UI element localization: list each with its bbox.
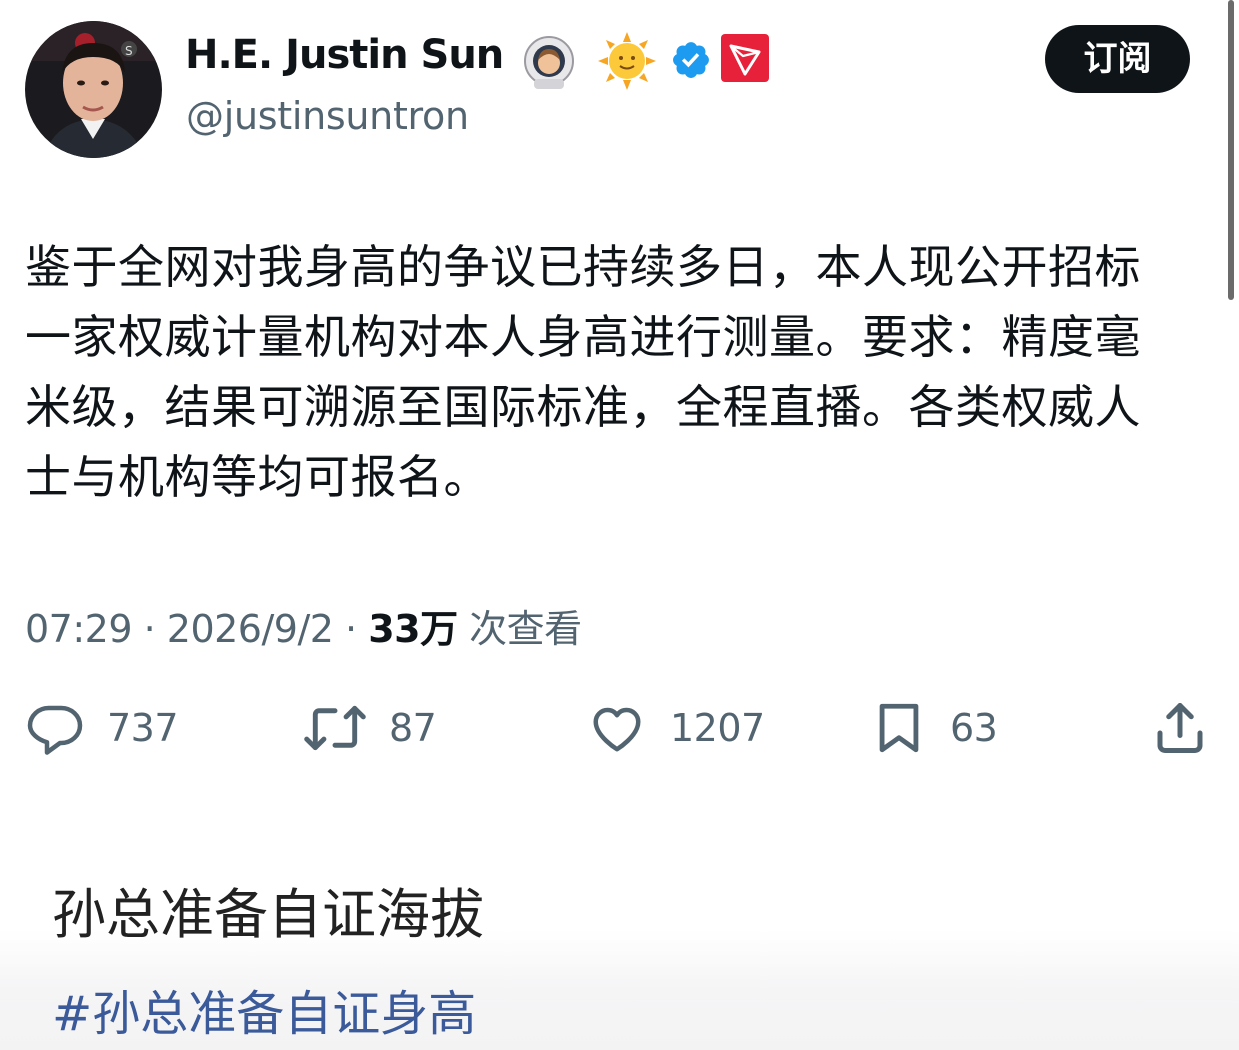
scrollbar[interactable] bbox=[1228, 0, 1234, 300]
meta-separator: · bbox=[333, 607, 369, 651]
bookmark-button[interactable]: 63 bbox=[870, 698, 998, 758]
share-button[interactable] bbox=[1150, 698, 1210, 758]
heart-icon bbox=[593, 707, 641, 752]
caption-title: 孙总准备自证海拔 bbox=[52, 883, 484, 946]
share-icon bbox=[1157, 703, 1203, 753]
avatar[interactable]: S bbox=[25, 21, 162, 158]
views-count: 33万 bbox=[368, 607, 458, 651]
tron-logo-icon bbox=[721, 34, 769, 82]
reply-count: 737 bbox=[107, 706, 179, 750]
svg-text:S: S bbox=[125, 44, 133, 58]
views-label: 次查看 bbox=[469, 607, 582, 651]
hashtag-link[interactable]: #孙总准备自证身高 bbox=[52, 974, 476, 1044]
sun-emoji-icon bbox=[598, 32, 656, 90]
tweet-time[interactable]: 07:29 bbox=[25, 607, 133, 651]
astronaut-emoji-icon bbox=[524, 36, 574, 89]
reply-button[interactable]: 737 bbox=[25, 698, 179, 758]
meta-separator: · bbox=[132, 607, 167, 651]
like-count: 1207 bbox=[670, 706, 765, 750]
handle[interactable]: @justinsuntron bbox=[186, 94, 469, 138]
repost-count: 87 bbox=[389, 706, 437, 750]
tweet-meta: 07:29 · 2026/9/2 · 33万 次查看 bbox=[25, 598, 582, 653]
subscribe-button[interactable]: 订阅 bbox=[1045, 25, 1190, 93]
repost-icon bbox=[304, 705, 366, 751]
reply-icon bbox=[27, 705, 83, 755]
display-name[interactable]: H.E. Justin Sun bbox=[185, 32, 504, 78]
like-button[interactable]: 1207 bbox=[586, 698, 765, 758]
tweet-card: S H.E. Justin Sun @justinsuntron 订阅 鉴于全网… bbox=[0, 0, 1239, 860]
repost-button[interactable]: 87 bbox=[303, 698, 437, 758]
tweet-date[interactable]: 2026/9/2 bbox=[167, 607, 334, 651]
bookmark-count: 63 bbox=[950, 706, 998, 750]
verified-check-icon bbox=[673, 42, 709, 78]
tweet-text: 鉴于全网对我身高的争议已持续多日，本人现公开招标一家权威计量机构对本人身高进行测… bbox=[25, 240, 1141, 504]
bookmark-icon bbox=[879, 703, 919, 753]
